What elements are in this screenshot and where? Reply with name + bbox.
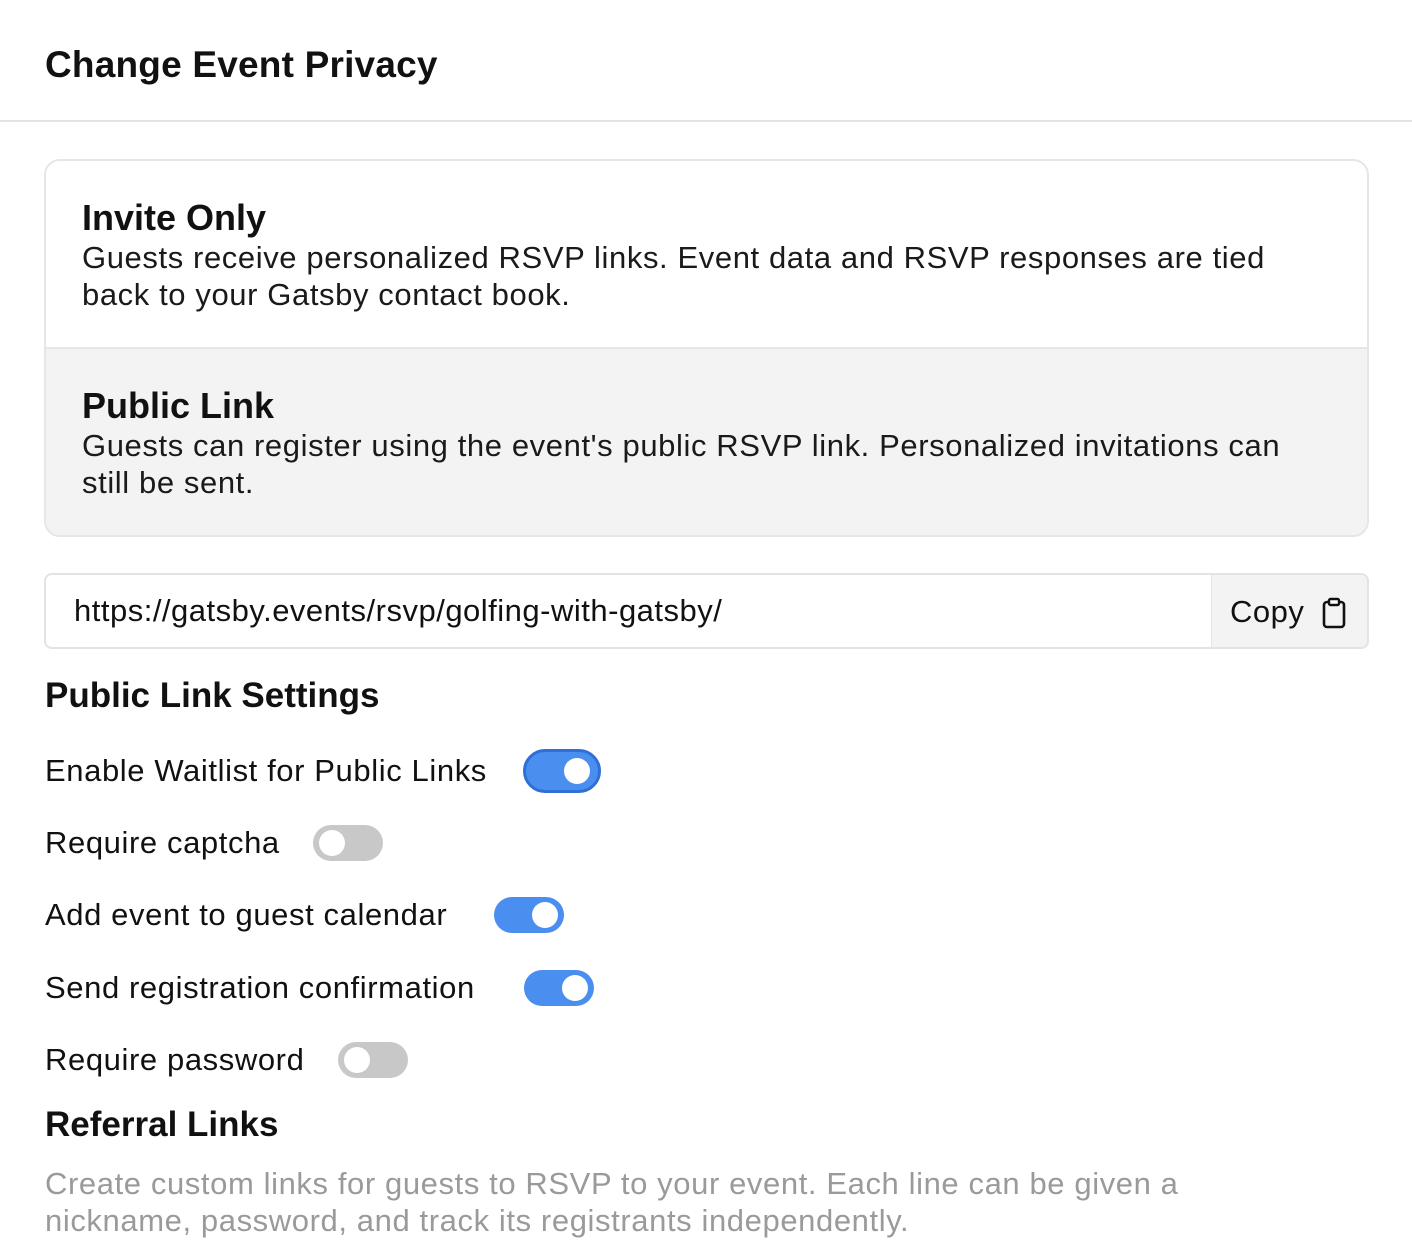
toggle-knob	[532, 902, 558, 928]
toggle-knob	[562, 975, 588, 1001]
enable-waitlist-toggle[interactable]	[523, 749, 601, 793]
setting-label: Require password	[45, 1042, 305, 1077]
send-confirmation-toggle[interactable]	[524, 970, 594, 1006]
setting-label: Send registration confirmation	[45, 970, 475, 1005]
toggle-knob	[564, 758, 590, 784]
privacy-option-public-link[interactable]: Public Link Guests can register using th…	[46, 349, 1367, 535]
copy-button[interactable]: Copy	[1211, 575, 1367, 647]
setting-label: Add event to guest calendar	[45, 897, 448, 932]
toggle-knob	[344, 1047, 370, 1073]
privacy-options: Invite Only Guests receive personalized …	[44, 159, 1369, 537]
referral-links-title: Referral Links	[45, 1105, 279, 1144]
option-description: Guests can register using the event's pu…	[82, 428, 1281, 500]
privacy-option-invite-only[interactable]: Invite Only Guests receive personalized …	[46, 161, 1367, 349]
setting-label: Require captcha	[45, 825, 280, 860]
public-link-url-input[interactable]	[74, 593, 1204, 629]
page-title: Change Event Privacy	[45, 44, 438, 85]
setting-send-confirmation: Send registration confirmation	[45, 966, 597, 1010]
dialog-header: Change Event Privacy	[0, 0, 1412, 122]
setting-require-password: Require password	[45, 1038, 410, 1082]
option-title: Public Link	[82, 385, 275, 426]
option-description: Guests receive personalized RSVP links. …	[82, 240, 1265, 312]
setting-require-captcha: Require captcha	[45, 821, 385, 865]
option-title: Invite Only	[82, 197, 267, 238]
copy-label: Copy	[1230, 594, 1305, 629]
public-link-field: Copy	[44, 573, 1369, 649]
require-password-toggle[interactable]	[338, 1042, 408, 1078]
setting-enable-waitlist: Enable Waitlist for Public Links	[45, 749, 605, 793]
clipboard-icon	[1322, 597, 1346, 629]
setting-add-to-calendar: Add event to guest calendar	[45, 893, 567, 937]
toggle-knob	[319, 830, 345, 856]
public-link-settings-title: Public Link Settings	[45, 676, 380, 715]
add-to-calendar-toggle[interactable]	[494, 897, 564, 933]
setting-label: Enable Waitlist for Public Links	[45, 753, 487, 788]
referral-links-description: Create custom links for guests to RSVP t…	[45, 1166, 1179, 1238]
require-captcha-toggle[interactable]	[313, 825, 383, 861]
